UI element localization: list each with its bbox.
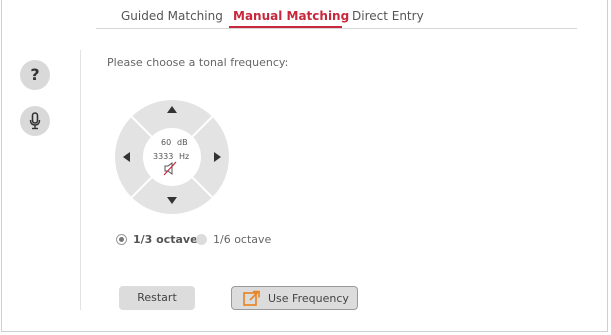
radio-label-sixth-octave: 1/6 octave	[213, 233, 272, 246]
help-icon: ?	[30, 65, 40, 84]
radio-third-octave[interactable]: 1/3 octave	[116, 233, 198, 246]
level-value: 60	[161, 138, 171, 147]
use-frequency-button[interactable]: Use Frequency	[231, 286, 358, 310]
prompt-text: Please choose a tonal frequency:	[107, 56, 289, 69]
radio-selected-icon[interactable]	[116, 234, 127, 245]
level-unit: dB	[177, 138, 188, 147]
use-frequency-label: Use Frequency	[268, 292, 349, 305]
tab-direct-entry[interactable]: Direct Entry	[352, 9, 424, 23]
help-button[interactable]: ?	[20, 60, 50, 90]
frequency-value: 3333	[153, 152, 173, 161]
restart-button[interactable]: Restart	[119, 286, 195, 310]
frequency-dial: 60 dB 3333 Hz	[113, 98, 231, 220]
microphone-button[interactable]	[20, 106, 50, 136]
tab-manual-matching[interactable]: Manual Matching	[233, 9, 349, 23]
tab-bar: Guided Matching Manual Matching Direct E…	[96, 0, 577, 29]
vertical-divider	[80, 50, 81, 310]
radio-sixth-octave[interactable]: 1/6 octave	[196, 233, 271, 246]
radio-label-third-octave: 1/3 octave	[133, 233, 198, 246]
app-frame	[1, 0, 608, 332]
frequency-unit: Hz	[179, 152, 189, 161]
active-tab-indicator	[229, 26, 342, 28]
export-icon	[243, 290, 260, 306]
radio-unselected-icon[interactable]	[196, 234, 207, 245]
microphone-icon	[29, 112, 41, 130]
restart-button-label: Restart	[137, 291, 177, 304]
tab-guided-matching[interactable]: Guided Matching	[121, 9, 223, 23]
